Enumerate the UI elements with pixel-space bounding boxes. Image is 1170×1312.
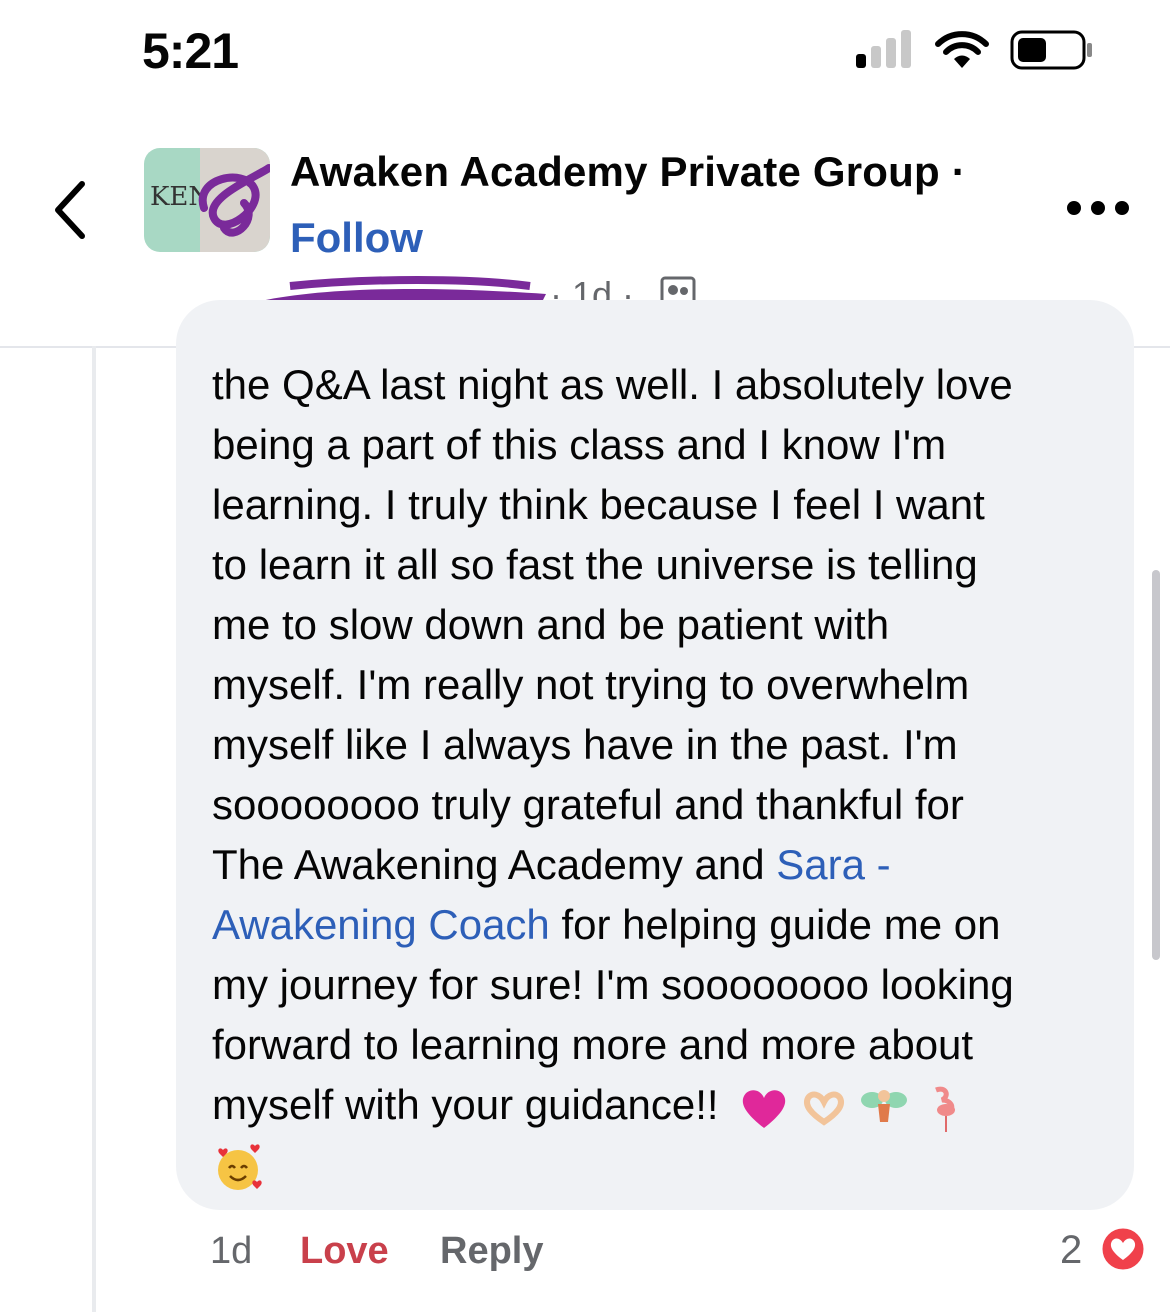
pink-heart-emoji — [743, 1090, 786, 1128]
heart-hands-emoji — [804, 1091, 845, 1126]
smiling-face-with-hearts-emoji — [218, 1144, 262, 1190]
more-options-icon[interactable] — [1066, 200, 1130, 216]
comment-line: The Awakening Academy and Sara - — [212, 835, 1112, 895]
comment-segment: myself with your guidance!! — [212, 1081, 719, 1128]
cellular-signal-icon — [856, 30, 911, 68]
chevron-left-icon[interactable] — [48, 178, 92, 242]
fairy-emoji — [861, 1089, 908, 1122]
comment-line: forward to learning more and more about — [212, 1021, 974, 1068]
reply-button[interactable]: Reply — [440, 1230, 543, 1273]
battery-icon — [1010, 30, 1092, 70]
group-avatar[interactable]: KEN — [144, 148, 270, 252]
comment-line: my journey for sure! I'm soooooooo looki… — [212, 961, 1014, 1008]
follow-button[interactable]: Follow — [290, 214, 423, 262]
comment-line: to learn it all so fast the universe is … — [212, 541, 978, 588]
comment-time: 1d — [210, 1230, 253, 1272]
screen: 5:21 KEN Awaken Academy Private Group · … — [0, 0, 1170, 1312]
comment-line: Awakening Coach for helping guide me on — [212, 895, 1112, 955]
mention-link[interactable]: Sara - — [776, 841, 890, 888]
wifi-icon — [935, 31, 989, 68]
comment-line: the Q&A last night as well. I absolutely… — [212, 361, 1013, 408]
mention-link[interactable]: Awakening Coach — [212, 901, 550, 948]
thread-line — [92, 346, 96, 1312]
flamingo-emoji — [935, 1086, 956, 1132]
reaction-count[interactable]: 2 — [1060, 1228, 1082, 1273]
love-button[interactable]: Love — [300, 1230, 389, 1273]
comment-line: me to slow down and be patient with — [212, 601, 890, 648]
comment-line: myself like I always have in the past. I… — [212, 721, 958, 768]
scrollbar[interactable] — [1152, 570, 1160, 960]
avatar-scribble — [198, 164, 270, 237]
comment-text: the Q&A last night as well. I absolutely… — [212, 355, 1112, 1195]
comment-segment: The Awakening Academy and — [212, 841, 777, 888]
comment-line: learning. I truly think because I feel I… — [212, 481, 985, 528]
comment-line: myself with your guidance!! — [212, 1075, 1112, 1135]
comment-line: being a part of this class and I know I'… — [212, 421, 947, 468]
status-time: 5:21 — [142, 23, 239, 79]
love-reaction-icon[interactable] — [1098, 1224, 1148, 1274]
comment-line: myself. I'm really not trying to overwhe… — [212, 661, 970, 708]
comment-line — [212, 1135, 1112, 1195]
group-name[interactable]: Awaken Academy Private Group · — [290, 148, 966, 196]
comment-actions: 1d Love Reply 2 — [0, 1222, 1170, 1282]
comment-line: soooooooo truly grateful and thankful fo… — [212, 781, 964, 828]
comment-segment: for helping guide me on — [549, 901, 1001, 948]
